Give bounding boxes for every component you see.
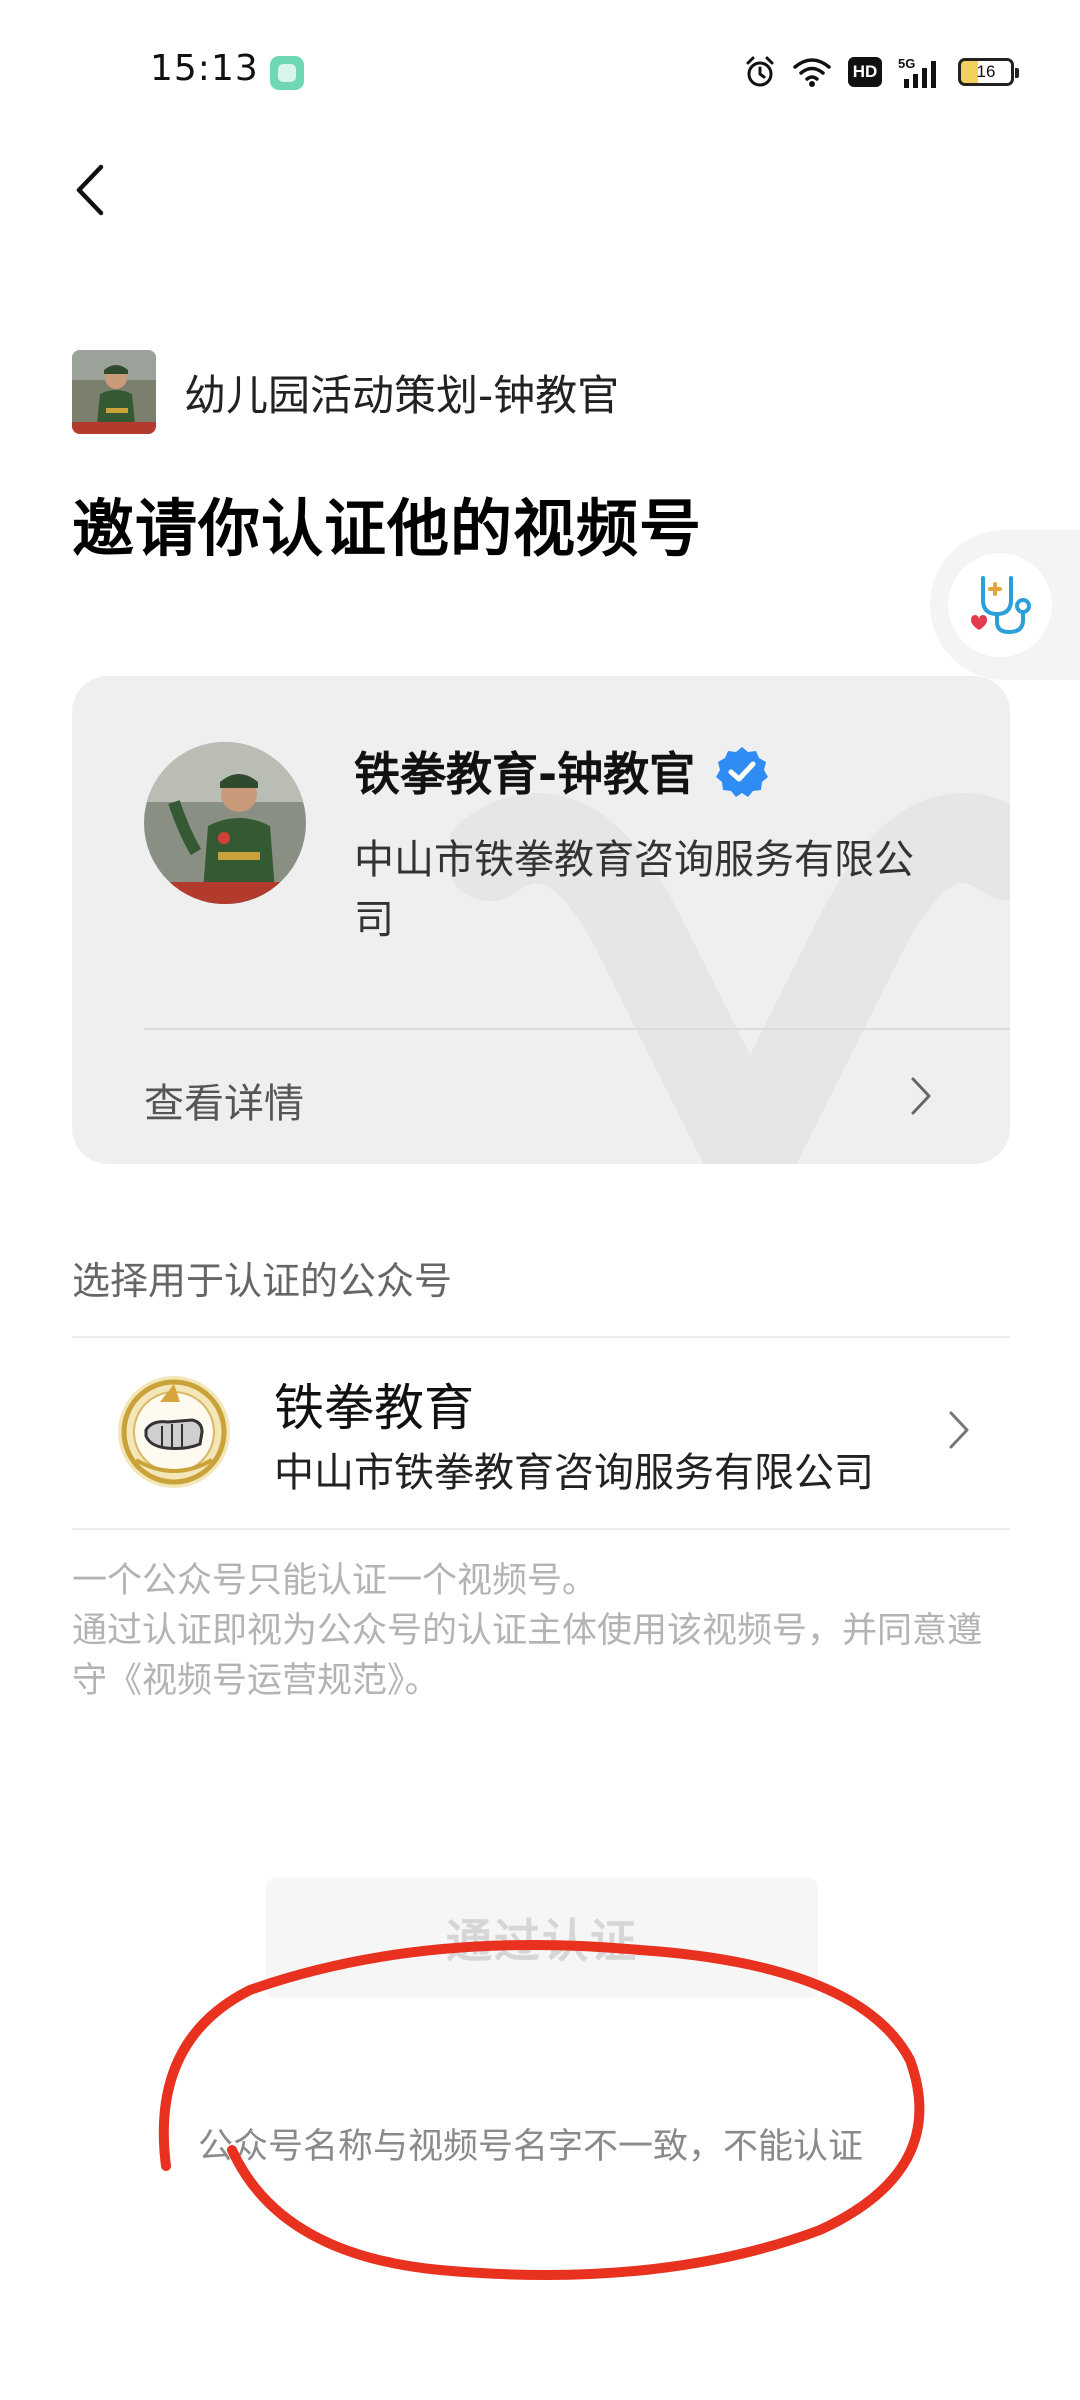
note-line-2: 通过认证即视为公众号的认证主体使用该视频号，并同意遵守《视频号运营规范》。	[72, 1611, 983, 1701]
error-message: 公众号名称与视频号名字不一致，不能认证	[198, 2127, 864, 2167]
verified-badge-icon	[716, 747, 769, 797]
official-account-company: 中山市铁拳教育咨询服务有限公司	[274, 1450, 874, 1496]
official-account-logo	[118, 1376, 230, 1488]
floating-assistant-button[interactable]	[930, 530, 1080, 680]
battery-level: 16	[976, 62, 996, 81]
battery-icon: 16	[958, 58, 1019, 86]
official-account-name: 铁拳教育	[274, 1379, 474, 1437]
back-button[interactable]	[60, 155, 120, 225]
cellular-signal-icon: 5G	[898, 56, 936, 88]
confirm-verification-button[interactable]: 通过认证	[266, 1878, 818, 1998]
inviter-name: 幼儿园活动策划-钟教官	[184, 370, 620, 420]
chevron-left-icon	[76, 164, 104, 216]
note-line-1: 一个公众号只能认证一个视频号。	[72, 1561, 598, 1601]
hd-badge: HD	[848, 57, 882, 87]
inviter-avatar	[72, 350, 156, 434]
official-account-row[interactable]: 铁拳教育 中山市铁拳教育咨询服务有限公司	[72, 1338, 1010, 1528]
status-icons: HD 5G 16	[744, 52, 1019, 92]
alarm-icon	[746, 56, 774, 87]
page-title: 邀请你认证他的视频号	[72, 492, 703, 565]
verification-note: 一个公众号只能认证一个视频号。 通过认证即视为公众号的认证主体使用该视频号，并同…	[72, 1556, 1012, 1706]
card-divider	[144, 1028, 1010, 1030]
chevron-right-icon	[911, 1077, 931, 1115]
chevron-right-icon	[949, 1411, 969, 1449]
video-account-avatar[interactable]	[144, 742, 306, 904]
select-section-label: 选择用于认证的公众号	[72, 1259, 453, 1303]
video-account-name-row: 铁拳教育-钟教官	[354, 738, 769, 804]
divider	[72, 1528, 1010, 1530]
status-time: 15:13	[150, 48, 259, 89]
wifi-icon	[793, 58, 831, 87]
video-account-card: 铁拳教育-钟教官 中山市铁拳教育咨询服务有限公司 查看详情	[72, 676, 1010, 1164]
video-account-name: 铁拳教育-钟教官	[354, 747, 696, 801]
inviter-row: 幼儿园活动策划-钟教官	[72, 350, 619, 434]
video-account-company: 中山市铁拳教育咨询服务有限公司	[354, 837, 914, 943]
view-details-link[interactable]: 查看详情	[144, 1071, 304, 1129]
app-notification-icon	[270, 56, 304, 90]
network-type-label: 5G	[898, 56, 915, 71]
status-bar: 15:13 HD 5G 16	[0, 0, 1080, 150]
stethoscope-icon	[971, 576, 1031, 635]
